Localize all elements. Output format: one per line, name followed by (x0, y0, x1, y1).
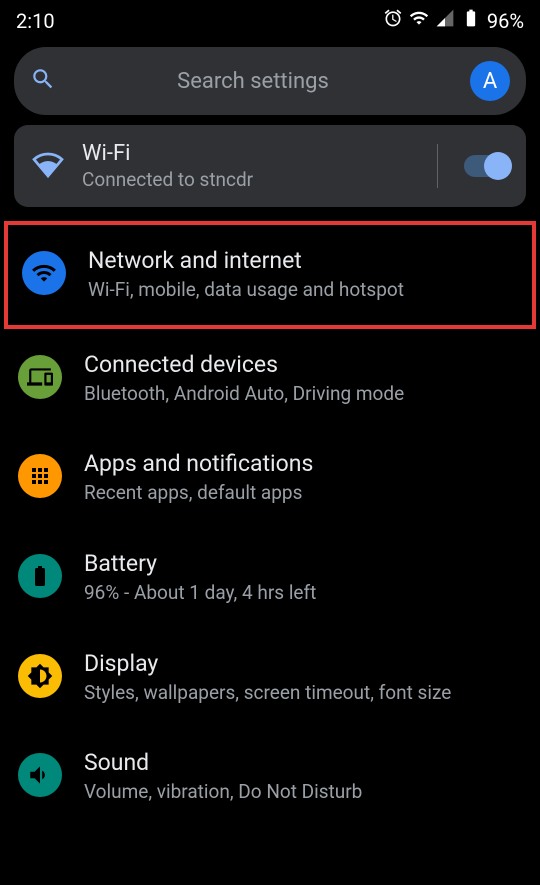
item-sound[interactable]: Sound Volume, vibration, Do Not Disturb (0, 727, 540, 827)
status-bar: 2:10 96% (0, 0, 540, 43)
item-title: Apps and notifications (84, 450, 522, 477)
network-icon (22, 251, 66, 295)
wifi-card[interactable]: Wi-Fi Connected to stncdr (14, 125, 526, 207)
item-content: Battery 96% - About 1 day, 4 hrs left (84, 550, 522, 606)
wifi-toggle[interactable] (464, 155, 508, 177)
item-content: Apps and notifications Recent apps, defa… (84, 450, 522, 506)
item-title: Network and internet (88, 247, 518, 274)
wifi-info: Wi-Fi Connected to stncdr (82, 141, 411, 191)
sound-icon (18, 753, 62, 797)
item-title: Battery (84, 550, 522, 577)
wifi-icon (409, 8, 429, 33)
switch-thumb (484, 152, 512, 180)
devices-icon (18, 355, 62, 399)
item-apps-notifications[interactable]: Apps and notifications Recent apps, defa… (0, 428, 540, 528)
display-icon (18, 654, 62, 698)
wifi-card-icon (32, 148, 64, 184)
wifi-subtitle: Connected to stncdr (82, 168, 411, 191)
apps-icon (18, 454, 62, 498)
item-content: Sound Volume, vibration, Do Not Disturb (84, 749, 522, 805)
search-placeholder: Search settings (50, 69, 456, 94)
item-connected-devices[interactable]: Connected devices Bluetooth, Android Aut… (0, 329, 540, 429)
battery-icon (18, 554, 62, 598)
item-battery[interactable]: Battery 96% - About 1 day, 4 hrs left (0, 528, 540, 628)
status-time: 2:10 (16, 9, 55, 33)
search-bar[interactable]: Search settings A (14, 47, 526, 115)
item-title: Connected devices (84, 351, 522, 378)
item-subtitle: Wi-Fi, mobile, data usage and hotspot (88, 277, 518, 303)
battery-icon (461, 8, 481, 33)
status-icons: 96% (383, 8, 524, 33)
item-subtitle: Volume, vibration, Do Not Disturb (84, 779, 522, 805)
wifi-title: Wi-Fi (82, 141, 411, 166)
avatar-letter: A (483, 69, 497, 94)
item-subtitle: 96% - About 1 day, 4 hrs left (84, 580, 522, 606)
item-content: Network and internet Wi-Fi, mobile, data… (88, 247, 518, 303)
item-content: Display Styles, wallpapers, screen timeo… (84, 650, 522, 706)
divider (437, 144, 438, 188)
item-network-internet[interactable]: Network and internet Wi-Fi, mobile, data… (4, 221, 536, 329)
item-subtitle: Styles, wallpapers, screen timeout, font… (84, 680, 522, 706)
signal-icon (435, 8, 455, 33)
item-title: Display (84, 650, 522, 677)
item-display[interactable]: Display Styles, wallpapers, screen timeo… (0, 628, 540, 728)
alarm-icon (383, 8, 403, 33)
avatar[interactable]: A (470, 61, 510, 101)
battery-percent: 96% (487, 9, 524, 33)
item-subtitle: Recent apps, default apps (84, 480, 522, 506)
item-content: Connected devices Bluetooth, Android Aut… (84, 351, 522, 407)
item-subtitle: Bluetooth, Android Auto, Driving mode (84, 381, 522, 407)
item-title: Sound (84, 749, 522, 776)
